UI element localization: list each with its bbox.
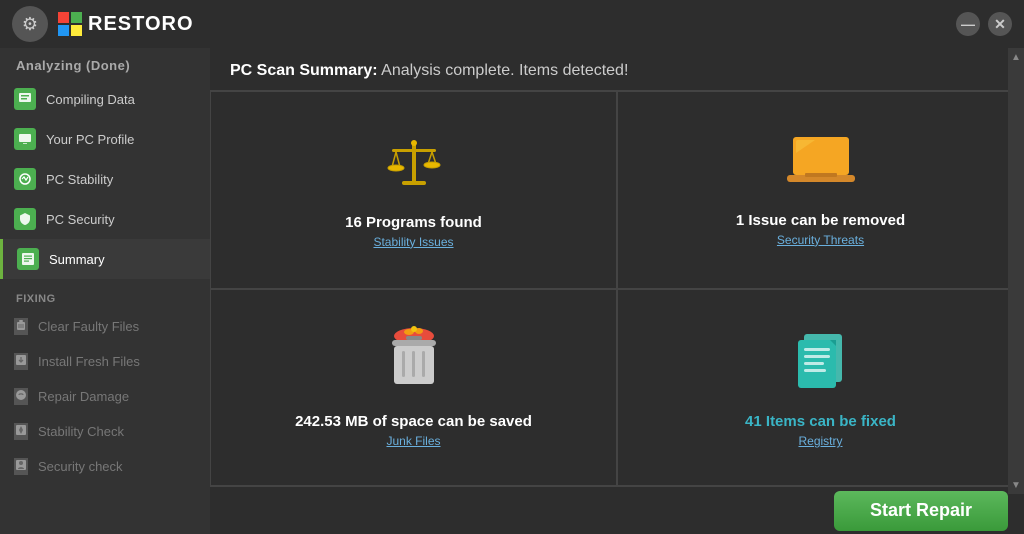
sidebar-label-summary: Summary	[49, 252, 105, 267]
scrollbar[interactable]: ▲ ▼	[1008, 48, 1024, 494]
card-junk: 242.53 MB of space can be saved Junk Fil…	[210, 289, 617, 487]
install-fresh-icon	[14, 353, 28, 370]
junk-title: 242.53 MB of space can be saved	[295, 413, 532, 430]
junk-subtitle[interactable]: Junk Files	[386, 434, 440, 448]
sidebar-item-pc-stability[interactable]: PC Stability	[0, 159, 210, 199]
logo-area: RESTORO	[58, 12, 194, 36]
registry-title: 41 Items can be fixed	[745, 413, 896, 430]
sidebar-label-compiling: Compiling Data	[46, 92, 135, 107]
cards-grid: 16 Programs found Stability Issues	[210, 91, 1024, 486]
app-title: RESTORO	[88, 13, 194, 36]
summary-icon	[17, 248, 39, 270]
sidebar-label-security: PC Security	[46, 212, 115, 227]
programs-subtitle[interactable]: Stability Issues	[373, 235, 453, 249]
close-button[interactable]: ✕	[988, 12, 1012, 36]
compiling-data-icon	[14, 88, 36, 110]
repair-damage-icon	[14, 388, 28, 405]
minimize-button[interactable]: —	[956, 12, 980, 36]
pc-security-icon	[14, 208, 36, 230]
sidebar-item-security-check: Security check	[0, 449, 210, 484]
title-left: ⚙ RESTORO	[12, 6, 194, 42]
sidebar-label-install-fresh: Install Fresh Files	[38, 354, 140, 369]
trash-icon	[384, 326, 444, 403]
card-programs: 16 Programs found Stability Issues	[210, 91, 617, 289]
sidebar-item-stability-check: Stability Check	[0, 414, 210, 449]
scan-summary-prefix: PC Scan Summary:	[230, 62, 378, 79]
scales-icon	[382, 131, 446, 204]
restoro-logo-icon	[58, 12, 82, 36]
main-content: Analyzing (Done) Compiling Data Your PC …	[0, 48, 1024, 534]
sidebar-item-clear-faulty: Clear Faulty Files	[0, 309, 210, 344]
trash-svg	[384, 326, 444, 394]
sidebar-item-pc-profile[interactable]: Your PC Profile	[0, 119, 210, 159]
docs-icon	[790, 326, 852, 403]
laptop-icon	[785, 133, 857, 202]
sidebar-item-summary[interactable]: Summary	[0, 239, 210, 279]
clear-faulty-icon	[14, 318, 28, 335]
pc-profile-icon	[14, 128, 36, 150]
card-registry: 41 Items can be fixed Registry	[617, 289, 1024, 487]
stability-check-icon	[14, 423, 28, 440]
fixing-section-header: Fixing	[0, 283, 210, 309]
sidebar-label-security-check: Security check	[38, 459, 123, 474]
scales-svg	[382, 131, 446, 195]
sidebar-item-install-fresh: Install Fresh Files	[0, 344, 210, 379]
scan-summary-header: PC Scan Summary: Analysis complete. Item…	[210, 48, 1024, 91]
sidebar-label-stability-check: Stability Check	[38, 424, 124, 439]
card-security: 1 Issue can be removed Security Threats	[617, 91, 1024, 289]
scroll-down-arrow[interactable]: ▼	[1009, 478, 1023, 492]
programs-title: 16 Programs found	[345, 214, 482, 231]
sidebar-item-repair-damage: Repair Damage	[0, 379, 210, 414]
settings-button[interactable]: ⚙	[12, 6, 48, 42]
docs-svg	[790, 326, 852, 394]
sidebar-label-clear-faulty: Clear Faulty Files	[38, 319, 139, 334]
sidebar-item-compiling-data[interactable]: Compiling Data	[0, 79, 210, 119]
title-bar: ⚙ RESTORO — ✕	[0, 0, 1024, 48]
laptop-svg	[785, 133, 857, 193]
analyzing-header: Analyzing (Done)	[0, 48, 210, 79]
pc-stability-icon	[14, 168, 36, 190]
bottom-bar: Start Repair	[210, 486, 1024, 534]
sidebar-item-pc-security[interactable]: PC Security	[0, 199, 210, 239]
security-title: 1 Issue can be removed	[736, 212, 905, 229]
sidebar: Analyzing (Done) Compiling Data Your PC …	[0, 48, 210, 534]
sidebar-label-stability: PC Stability	[46, 172, 113, 187]
scan-summary-text: Analysis complete. Items detected!	[378, 62, 629, 79]
scroll-up-arrow[interactable]: ▲	[1009, 50, 1023, 64]
sidebar-label-profile: Your PC Profile	[46, 132, 134, 147]
window-controls: — ✕	[956, 12, 1012, 36]
security-subtitle[interactable]: Security Threats	[777, 233, 864, 247]
start-repair-button[interactable]: Start Repair	[834, 491, 1008, 531]
gear-icon: ⚙	[22, 14, 38, 35]
security-check-icon	[14, 458, 28, 475]
registry-subtitle[interactable]: Registry	[798, 434, 842, 448]
right-panel: ▲ ▼ PC Scan Summary: Analysis complete. …	[210, 48, 1024, 534]
sidebar-label-repair-damage: Repair Damage	[38, 389, 129, 404]
